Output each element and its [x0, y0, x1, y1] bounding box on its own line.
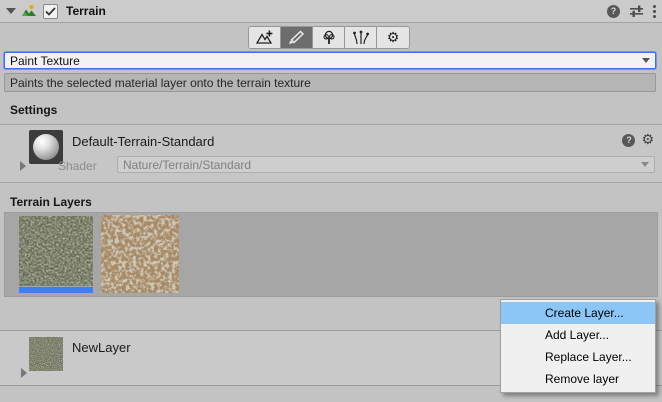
material-help-icon[interactable]: ? — [622, 134, 635, 147]
material-header-actions: ? ⚙ — [622, 133, 654, 147]
presets-sliders-icon[interactable] — [629, 4, 644, 18]
shader-dropdown-value: Nature/Terrain/Standard — [123, 158, 251, 172]
layer-name: NewLayer — [72, 340, 131, 355]
grass-texture — [19, 216, 93, 286]
material-sphere-icon — [33, 134, 59, 160]
tool-description-helpbox: Paints the selected material layer onto … — [4, 73, 656, 92]
terrain-layer-thumbnail-grass[interactable] — [19, 216, 93, 293]
checkmark-icon — [45, 7, 56, 16]
toolbar-button-paint-terrain[interactable] — [281, 27, 313, 48]
shader-label: Shader — [58, 159, 97, 173]
toolbar-button-terrain-settings[interactable]: ⚙ — [377, 27, 409, 48]
paint-brush-icon — [288, 30, 305, 45]
layer-context-menu: Create Layer... Add Layer... Replace Lay… — [500, 299, 656, 393]
component-title: Terrain — [66, 4, 106, 18]
paint-tool-dropdown-value: Paint Texture — [10, 54, 80, 68]
menu-item-create-layer[interactable]: Create Layer... — [501, 302, 655, 324]
component-enabled-checkbox[interactable] — [43, 4, 58, 19]
terrain-layers-section-label: Terrain Layers — [10, 195, 92, 209]
foldout-arrow-icon[interactable] — [6, 8, 16, 14]
shader-dropdown[interactable]: Nature/Terrain/Standard — [117, 156, 655, 173]
selected-layer-indicator — [19, 287, 93, 293]
menu-item-add-layer[interactable]: Add Layer... — [501, 324, 655, 346]
chevron-down-icon — [642, 58, 650, 63]
menu-item-replace-layer[interactable]: Replace Layer... — [501, 346, 655, 368]
terrain-icon — [21, 3, 37, 19]
toolbar-button-paint-details[interactable] — [345, 27, 377, 48]
chevron-down-icon — [641, 162, 649, 167]
gravel-texture — [101, 215, 179, 293]
grass-details-icon — [353, 30, 369, 45]
inspector-header: Terrain ? — [0, 0, 662, 23]
material-foldout-icon[interactable] — [20, 161, 26, 171]
terrain-tool-toolbar: ⚙ — [248, 26, 410, 49]
material-gear-icon[interactable]: ⚙ — [641, 133, 654, 147]
material-name: Default-Terrain-Standard — [72, 134, 214, 149]
material-block: Default-Terrain-Standard ? ⚙ Shader Natu… — [0, 124, 662, 183]
toolbar-button-create-neighbor-terrains[interactable] — [249, 27, 281, 48]
tool-description-text: Paints the selected material layer onto … — [10, 76, 311, 90]
menu-item-remove-layer[interactable]: Remove layer — [501, 368, 655, 390]
layer-foldout-icon[interactable] — [21, 368, 27, 378]
gear-icon: ⚙ — [387, 31, 400, 45]
tree-icon — [321, 30, 337, 45]
layer-thumbnail[interactable] — [29, 337, 63, 371]
paint-tool-dropdown[interactable]: Paint Texture — [4, 52, 656, 69]
grass-texture-small — [29, 337, 63, 371]
terrain-layer-thumbnail-gravel[interactable] — [101, 215, 179, 293]
terrain-inspector: Terrain ? — [0, 0, 662, 402]
terrain-layers-panel — [4, 212, 658, 297]
header-actions: ? — [607, 0, 656, 22]
settings-section-label: Settings — [10, 103, 57, 117]
more-options-kebab-icon[interactable] — [653, 5, 656, 18]
help-icon[interactable]: ? — [607, 5, 620, 18]
mountain-plus-icon — [256, 30, 274, 45]
toolbar-button-paint-trees[interactable] — [313, 27, 345, 48]
